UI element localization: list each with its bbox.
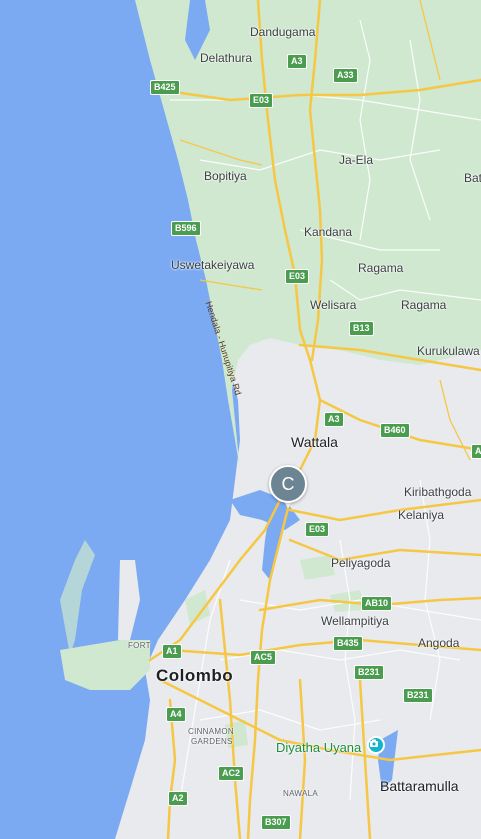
road-shield-b231-2: B231 (403, 688, 433, 703)
place-label-bat[interactable]: Bat (464, 171, 481, 185)
place-label-angoda[interactable]: Angoda (418, 636, 459, 650)
place-label-kiribathgoda[interactable]: Kiribathgoda (404, 485, 471, 499)
place-label-uswetakeiyawa[interactable]: Uswetakeiyawa (171, 258, 254, 272)
place-label-nawala[interactable]: NAWALA (283, 789, 318, 798)
place-label-fort[interactable]: FORT (128, 641, 151, 650)
map-base-layer (0, 0, 481, 839)
road-shield-a4: A4 (166, 707, 186, 722)
place-label-cinnamon-gardens-line2[interactable]: GARDENS (191, 737, 233, 746)
road-shield-b231-1: B231 (354, 665, 384, 680)
place-label-peliyagoda[interactable]: Peliyagoda (331, 556, 390, 570)
place-label-bopitiya[interactable]: Bopitiya (204, 169, 247, 183)
road-shield-a33: A33 (333, 68, 358, 83)
road-shield-a3-mid: A3 (324, 412, 344, 427)
road-shield-b425: B425 (150, 80, 180, 95)
place-label-ja-ela[interactable]: Ja-Ela (339, 153, 373, 167)
road-shield-e03-low: E03 (305, 522, 330, 537)
place-label-kelaniya[interactable]: Kelaniya (398, 508, 444, 522)
place-label-wattala[interactable]: Wattala (291, 435, 338, 449)
road-shield-e03-mid: E03 (285, 269, 310, 284)
road-shield-a2: A2 (168, 791, 188, 806)
place-marker-icon[interactable]: C (269, 465, 307, 503)
place-label-dandugama[interactable]: Dandugama (250, 25, 315, 39)
road-shield-b435: B435 (333, 636, 363, 651)
road-shield-b307: B307 (261, 815, 291, 830)
place-label-ragama-1[interactable]: Ragama (358, 261, 403, 275)
road-shield-ac5: AC5 (250, 650, 277, 665)
place-label-kurukulawa[interactable]: Kurukulawa (417, 344, 480, 358)
road-shield-b13: B13 (349, 321, 374, 336)
place-label-kandana[interactable]: Kandana (304, 225, 352, 239)
poi-label-diyatha-uyana[interactable]: Diyatha Uyana (276, 741, 361, 755)
road-shield-a1: A1 (162, 644, 182, 659)
place-label-cinnamon-gardens-line1[interactable]: CINNAMON (188, 727, 234, 736)
road-shield-a3-top: A3 (287, 54, 307, 69)
road-shield-ac2: AC2 (218, 766, 245, 781)
road-shield-ab10: AB10 (361, 596, 393, 611)
place-label-battaramulla[interactable]: Battaramulla (380, 779, 459, 793)
place-label-colombo[interactable]: Colombo (156, 667, 233, 684)
camera-glyph-icon (370, 739, 378, 747)
road-shield-b460: B460 (380, 423, 410, 438)
road-shield-b596: B596 (171, 221, 201, 236)
place-marker-label: C (281, 473, 295, 494)
place-label-wellampitiya[interactable]: Wellampitiya (321, 614, 389, 628)
road-shield-e03-top: E03 (249, 93, 274, 108)
park-poi-icon[interactable] (367, 736, 385, 754)
road-shield-a-edge: A (471, 444, 481, 459)
place-label-delathura[interactable]: Delathura (200, 51, 252, 65)
map-canvas[interactable]: Hendala - Hunupitiya Rd Dandugama Delath… (0, 0, 481, 839)
place-label-ragama-2[interactable]: Ragama (401, 298, 446, 312)
place-label-welisara[interactable]: Welisara (310, 298, 356, 312)
